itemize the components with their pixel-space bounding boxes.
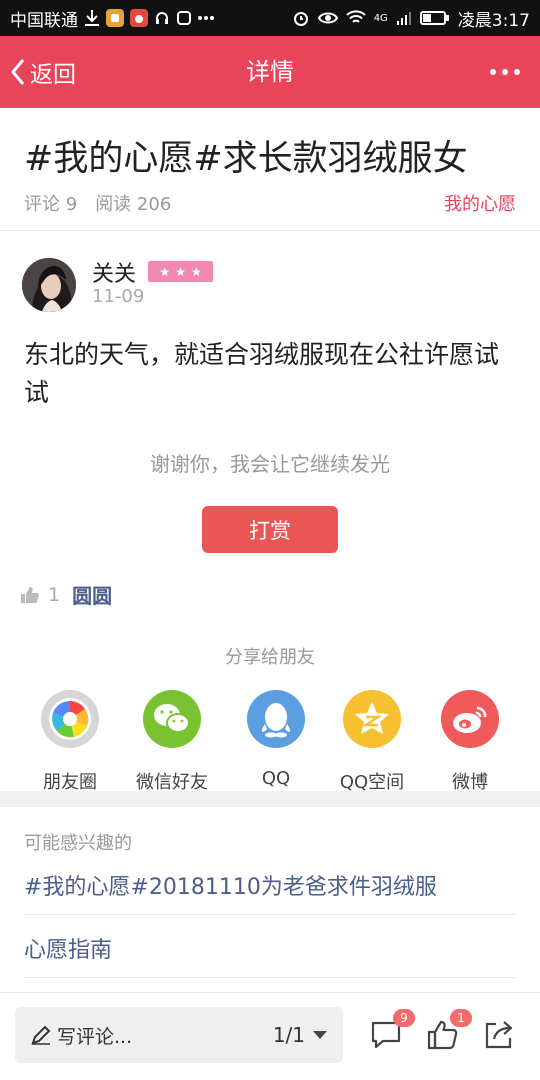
divider <box>0 230 540 231</box>
star-icon: ★ <box>159 264 171 279</box>
reward-button[interactable]: 打赏 <box>202 506 338 553</box>
wechat-icon <box>143 690 201 748</box>
comment-input[interactable]: 写评论... 1/1 <box>15 1007 343 1063</box>
post-title: #我的心愿#求长款羽绒服女 <box>24 139 468 179</box>
wish-guide-link[interactable]: 心愿指南 <box>24 932 112 964</box>
post-date: 11-09 <box>92 286 145 307</box>
share-title: 分享给朋友 <box>225 647 315 668</box>
star-icon: ★ <box>175 264 186 279</box>
avatar[interactable] <box>22 258 76 312</box>
related-section-label: 可能感兴趣的 <box>24 833 132 854</box>
divider <box>24 914 516 915</box>
topic-link[interactable]: 我的心愿 <box>444 190 516 216</box>
network-type: 4G <box>373 12 388 24</box>
weibo-notification-icon <box>130 9 148 27</box>
author-name[interactable]: 关关 <box>92 256 136 288</box>
app-root: 中国联通 4G 凌晨3:17 返回 详情 #我的心愿#求长款羽绒服女 评论 9 … <box>0 0 540 1080</box>
post-meta: 评论 9 阅读 206 <box>24 190 171 216</box>
bottom-bar: 写评论... 1/1 9 1 <box>0 992 540 1080</box>
likes-row: 1 圆圆 <box>20 580 112 609</box>
wifi-icon <box>345 10 366 26</box>
share-label: QQ <box>261 768 291 789</box>
clock: 凌晨3:17 <box>457 10 530 31</box>
more-menu-button[interactable] <box>490 36 520 108</box>
comment-count: 评论 9 <box>24 194 78 215</box>
share-button[interactable] <box>482 1019 516 1053</box>
comment-placeholder: 写评论... <box>57 1025 133 1048</box>
more-dot <box>502 69 508 75</box>
rank-badge: ★ ★ ★ <box>148 261 213 282</box>
share-wechat-button[interactable]: 微信好友 <box>122 690 222 794</box>
page-title: 详情 <box>246 58 294 86</box>
signal-icon <box>396 10 412 26</box>
more-dots-icon <box>490 69 496 75</box>
comments-button[interactable]: 9 <box>369 1009 415 1053</box>
like-count-badge: 1 <box>450 1009 472 1027</box>
star-icon: ★ <box>190 264 202 279</box>
share-qq-button[interactable]: QQ <box>226 690 326 789</box>
download-icon <box>84 9 100 27</box>
page-indicator: 1/1 <box>272 1023 305 1047</box>
qzone-icon <box>343 690 401 748</box>
divider <box>24 977 516 978</box>
carrier-name: 中国联通 <box>10 10 78 31</box>
share-qzone-button[interactable]: QQ空间 <box>322 690 422 794</box>
alarm-icon <box>292 9 310 27</box>
share-weibo-button[interactable]: 微博 <box>420 690 520 794</box>
thanks-text: 谢谢你，我会让它继续发光 <box>150 452 390 476</box>
app-notification-icon <box>106 9 124 27</box>
moments-icon <box>41 690 99 748</box>
section-separator <box>0 791 540 807</box>
related-post-link[interactable]: #我的心愿#20181110为老爸求件羽绒服 <box>24 869 437 901</box>
like-button[interactable]: 1 <box>426 1009 472 1053</box>
qq-icon <box>247 690 305 748</box>
dropdown-triangle-icon <box>313 1031 327 1039</box>
status-bar: 中国联通 4G 凌晨3:17 <box>0 0 540 36</box>
nav-bar: 返回 详情 <box>0 36 540 108</box>
share-icon <box>485 1021 513 1049</box>
thumbs-up-icon[interactable] <box>20 586 40 604</box>
android-icon <box>176 10 192 26</box>
weibo-icon <box>441 690 499 748</box>
comment-count-badge: 9 <box>393 1009 415 1027</box>
read-count: 阅读 206 <box>95 194 172 215</box>
share-moments-button[interactable]: 朋友圈 <box>20 690 120 794</box>
back-label: 返回 <box>30 62 76 88</box>
headset-icon <box>154 10 170 26</box>
eye-icon <box>317 11 338 25</box>
battery-icon <box>419 10 450 26</box>
pencil-icon <box>31 1025 51 1045</box>
like-count: 1 <box>48 583 61 606</box>
more-dot <box>514 69 520 75</box>
liker-name[interactable]: 圆圆 <box>72 580 112 609</box>
post-body: 东北的天气，就适合羽绒服现在公社许愿试试 <box>24 340 500 407</box>
chevron-left-icon <box>10 58 26 86</box>
back-button[interactable]: 返回 <box>10 36 76 108</box>
more-notifications-icon <box>198 15 214 21</box>
page-selector[interactable]: 1/1 <box>273 1023 327 1047</box>
